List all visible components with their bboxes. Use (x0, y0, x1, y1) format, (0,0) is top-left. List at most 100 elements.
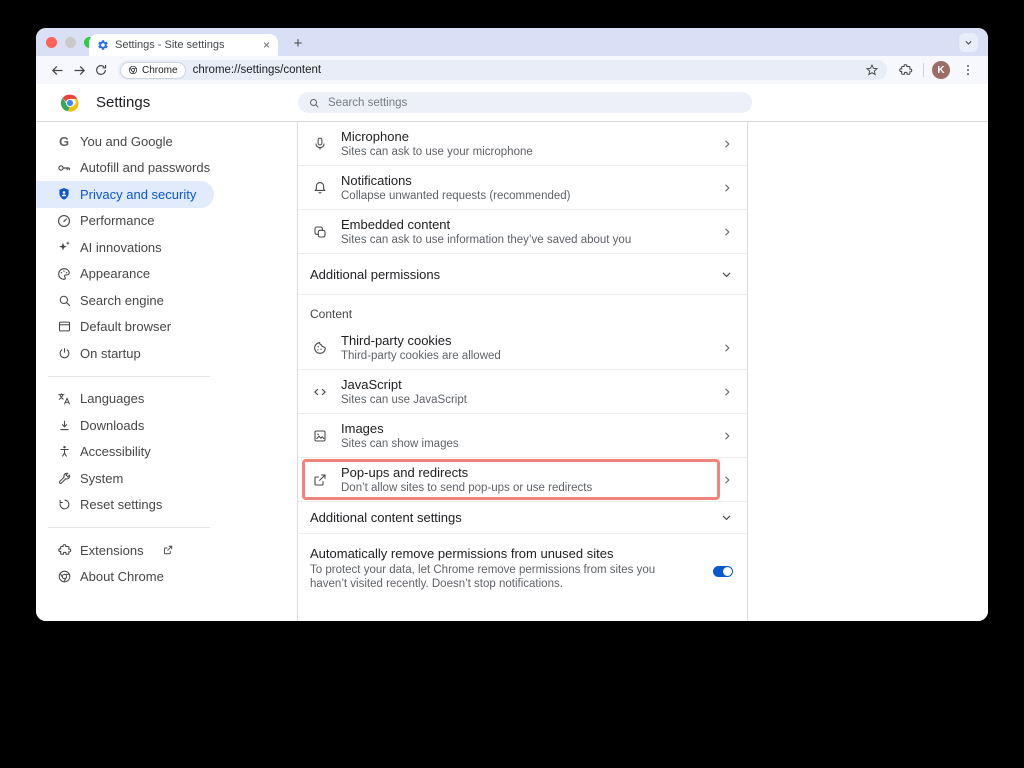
sidebar-item-label: Languages (80, 391, 145, 407)
puzzle-icon (56, 542, 72, 558)
profile-avatar[interactable]: K (932, 61, 950, 79)
chevron-right-icon (721, 386, 733, 398)
sidebar-item-label: Extensions (80, 542, 144, 558)
sidebar-item-you-and-google[interactable]: G You and Google (36, 128, 297, 155)
download-icon (56, 417, 72, 433)
sidebar-item-label: Accessibility (80, 444, 151, 460)
chrome-mono-icon (56, 569, 72, 585)
sidebar-item-downloads[interactable]: Downloads (36, 412, 297, 439)
embedded-content-icon (310, 224, 330, 240)
back-button[interactable] (46, 59, 68, 81)
microphone-icon (310, 136, 330, 152)
speedometer-icon (56, 213, 72, 229)
sidebar-item-about-chrome[interactable]: About Chrome (36, 564, 297, 591)
row-popups-and-redirects[interactable]: Pop-ups and redirects Don’t allow sites … (298, 458, 747, 501)
content-section-label: Content (310, 307, 353, 321)
magnifier-icon (56, 292, 72, 308)
unused-sites-title: Automatically remove permissions from un… (310, 546, 614, 561)
sidebar-item-search-engine[interactable]: Search engine (36, 287, 297, 314)
forward-button[interactable] (68, 59, 90, 81)
settings-content-card: Microphone Sites can ask to use your mic… (297, 122, 748, 621)
search-input[interactable] (326, 95, 630, 110)
wrench-icon (56, 470, 72, 486)
tab-close-icon[interactable]: × (263, 39, 270, 51)
sidebar-item-ai-innovations[interactable]: AI innovations (36, 234, 297, 261)
bell-icon (310, 180, 330, 196)
sidebar-item-label: Reset settings (80, 497, 163, 513)
unused-sites-toggle[interactable] (713, 566, 733, 577)
chevron-down-icon (720, 268, 733, 281)
browser-window: Settings - Site settings × + Chrome chro… (36, 28, 988, 621)
additional-permissions-expander[interactable]: Additional permissions (298, 254, 747, 294)
minimize-window-button[interactable] (65, 37, 76, 48)
open-in-new-icon (310, 472, 330, 488)
sidebar-item-label: Search engine (80, 292, 164, 308)
traffic-lights (46, 37, 95, 48)
chrome-logo-icon (60, 94, 79, 112)
key-icon (56, 160, 72, 176)
reload-icon (96, 65, 107, 75)
sidebar-item-system[interactable]: System (36, 465, 297, 492)
row-notifications[interactable]: Notifications Collapse unwanted requests… (298, 166, 747, 209)
cookie-icon (310, 340, 330, 356)
row-subtitle: Third-party cookies are allowed (341, 350, 501, 362)
sidebar-item-accessibility[interactable]: Accessibility (36, 439, 297, 466)
tab-settings[interactable]: Settings - Site settings × (89, 34, 278, 56)
extensions-button[interactable] (895, 60, 915, 80)
puzzle-icon (898, 63, 912, 75)
site-chip[interactable]: Chrome (121, 62, 185, 78)
chevron-right-icon (721, 430, 733, 442)
url-text[interactable]: chrome://settings/content (193, 64, 321, 76)
tab-strip: Settings - Site settings × + (36, 28, 988, 56)
chevron-right-icon (721, 342, 733, 354)
power-icon (56, 345, 72, 361)
additional-content-expander[interactable]: Additional content settings (298, 502, 747, 533)
settings-header: Settings (36, 84, 988, 122)
sidebar-item-performance[interactable]: Performance (36, 208, 297, 235)
open-in-new-icon (162, 544, 174, 556)
omnibox[interactable]: Chrome chrome://settings/content (118, 60, 887, 80)
image-icon (310, 428, 330, 444)
sidebar-item-privacy-and-security[interactable]: Privacy and security (36, 181, 214, 208)
close-window-button[interactable] (46, 37, 57, 48)
unused-sites-setting: Automatically remove permissions from un… (298, 534, 747, 591)
sidebar-item-label: Downloads (80, 417, 145, 433)
row-javascript[interactable]: JavaScript Sites can use JavaScript (298, 370, 747, 413)
row-microphone[interactable]: Microphone Sites can ask to use your mic… (298, 122, 747, 165)
bookmark-star-icon[interactable] (865, 63, 879, 77)
toolbar-separator (923, 63, 924, 77)
menu-button[interactable] (958, 60, 978, 80)
settings-search[interactable] (298, 92, 752, 113)
row-title: Pop-ups and redirects (341, 464, 469, 480)
palette-icon (56, 266, 72, 282)
reload-button[interactable] (90, 59, 112, 81)
row-title: Notifications (341, 172, 412, 188)
browser-toolbar: Chrome chrome://settings/content K (36, 56, 988, 84)
new-tab-button[interactable]: + (288, 33, 308, 53)
chevron-down-icon (965, 40, 972, 45)
sidebar-item-autofill[interactable]: Autofill and passwords (36, 155, 297, 182)
row-images[interactable]: Images Sites can show images (298, 414, 747, 457)
sidebar-divider (48, 375, 210, 377)
kebab-menu-icon (967, 64, 969, 76)
row-embedded-content[interactable]: Embedded content Sites can ask to use in… (298, 210, 747, 253)
accessibility-icon (56, 444, 72, 460)
sidebar-item-label: Autofill and passwords (80, 160, 211, 176)
sidebar-item-label: AI innovations (80, 239, 162, 255)
tab-search-button[interactable] (959, 33, 978, 52)
sidebar-item-extensions[interactable]: Extensions (36, 537, 297, 564)
row-subtitle: Don’t allow sites to send pop-ups or use… (341, 481, 593, 494)
sidebar-item-languages[interactable]: Languages (36, 386, 297, 413)
row-subtitle: Sites can use JavaScript (341, 393, 467, 406)
chevron-right-icon (721, 226, 733, 238)
sidebar-item-on-startup[interactable]: On startup (36, 340, 297, 367)
sidebar-item-appearance[interactable]: Appearance (36, 261, 297, 288)
sidebar-item-default-browser[interactable]: Default browser (36, 314, 297, 341)
page-title: Settings (96, 94, 151, 111)
sidebar-item-label: You and Google (80, 133, 173, 149)
translate-icon (56, 391, 72, 407)
row-third-party-cookies[interactable]: Third-party cookies Third-party cookies … (298, 327, 747, 369)
sidebar-item-reset-settings[interactable]: Reset settings (36, 492, 297, 519)
chevron-down-icon (720, 511, 733, 524)
sidebar: G You and Google Autofill and passwords … (36, 122, 297, 621)
